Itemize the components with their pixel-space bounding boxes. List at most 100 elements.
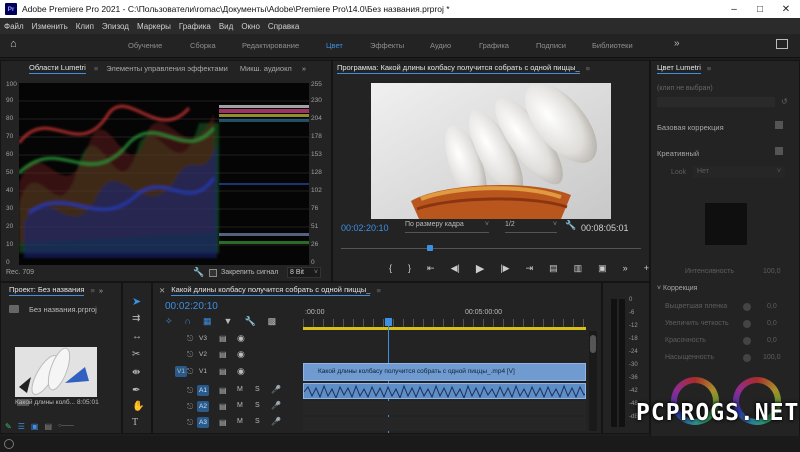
microphone-icon[interactable]: 🎤 bbox=[271, 401, 281, 410]
go-to-out-icon[interactable]: ⇥ bbox=[526, 263, 534, 274]
sync-lock-icon[interactable]: ▤ bbox=[219, 367, 227, 376]
tab-project[interactable]: Проект: Без названия bbox=[9, 285, 85, 296]
timeline-timecode[interactable]: 00:02:20:10 bbox=[165, 301, 218, 312]
reset-icon[interactable]: ↺ bbox=[781, 97, 788, 106]
more-tabs-icon[interactable]: » bbox=[302, 64, 306, 73]
eye-icon[interactable]: ◉ bbox=[237, 333, 245, 344]
clip-selector[interactable]: (клип не выбран) bbox=[657, 85, 713, 92]
source-patch-v1[interactable]: V1 bbox=[175, 366, 187, 377]
minimize-icon[interactable]: – bbox=[722, 0, 746, 18]
overwrite-icon[interactable]: ▥ bbox=[574, 263, 583, 274]
workspace-learning[interactable]: Обучение bbox=[128, 41, 162, 50]
step-back-icon[interactable]: ◀| bbox=[451, 263, 460, 274]
go-to-in-icon[interactable]: ⇤ bbox=[427, 263, 435, 274]
sync-lock-icon[interactable]: ▤ bbox=[219, 386, 227, 395]
workspace-assembly[interactable]: Сборка bbox=[190, 41, 216, 50]
lock-icon[interactable]: ⎋ bbox=[187, 367, 193, 377]
wrench-icon[interactable]: 🔧 bbox=[565, 220, 576, 231]
lock-icon[interactable]: ⎋ bbox=[187, 350, 193, 360]
list-view-icon[interactable]: ☰ bbox=[18, 422, 25, 431]
sync-lock-icon[interactable]: ▤ bbox=[219, 418, 227, 427]
track-target[interactable]: A1 bbox=[197, 385, 209, 396]
audio-lane-a3[interactable] bbox=[303, 417, 586, 431]
slip-tool-icon[interactable]: ⇼ bbox=[132, 367, 140, 378]
step-forward-icon[interactable]: |▶ bbox=[500, 263, 509, 274]
solo-button[interactable]: S bbox=[255, 386, 260, 393]
lock-icon[interactable]: ⎋ bbox=[187, 386, 193, 396]
slider-knob[interactable] bbox=[743, 320, 751, 328]
menu-view[interactable]: Вид bbox=[219, 22, 233, 31]
audio-clip-a1[interactable] bbox=[303, 383, 586, 399]
tab-lumetri-scopes[interactable]: Области Lumetri bbox=[29, 63, 86, 74]
track-select-icon[interactable]: ⇉ bbox=[132, 313, 140, 324]
mute-button[interactable]: M bbox=[237, 418, 243, 425]
workspace-effects[interactable]: Эффекты bbox=[370, 41, 404, 50]
time-ruler[interactable] bbox=[303, 319, 586, 327]
close-icon[interactable]: ✕ bbox=[159, 286, 165, 295]
slider-value[interactable]: 0,0 bbox=[767, 303, 777, 310]
sync-lock-icon[interactable]: ▤ bbox=[219, 402, 227, 411]
lock-icon[interactable]: ⎋ bbox=[187, 418, 193, 428]
play-icon[interactable]: ▶ bbox=[476, 262, 484, 275]
status-indicator-icon[interactable] bbox=[4, 439, 14, 449]
eye-icon[interactable]: ◉ bbox=[237, 349, 245, 360]
tab-audio-clip-mixer[interactable]: Микш. аудиокл bbox=[240, 64, 292, 73]
freeform-view-icon[interactable]: ▤ bbox=[44, 422, 52, 431]
track-target[interactable]: V3 bbox=[197, 333, 209, 344]
video-clip-v1[interactable]: Какой длины колбасу получится собрать с … bbox=[303, 363, 586, 381]
track-target[interactable]: V1 bbox=[197, 366, 209, 377]
linked-selection-icon[interactable]: ▦ bbox=[203, 316, 212, 327]
slider-value[interactable]: 100,0 bbox=[763, 354, 781, 361]
export-frame-icon[interactable]: ▣ bbox=[598, 263, 607, 274]
slider-value[interactable]: 0,0 bbox=[767, 320, 777, 327]
microphone-icon[interactable]: 🎤 bbox=[271, 385, 281, 394]
home-icon[interactable]: ⌂ bbox=[10, 38, 17, 50]
mark-out-icon[interactable]: } bbox=[408, 263, 411, 273]
panel-menu-icon[interactable]: ≡ bbox=[707, 64, 711, 73]
tab-effect-controls[interactable]: Элементы управления эффектами bbox=[106, 64, 228, 73]
razor-tool-icon[interactable]: ✂ bbox=[132, 349, 140, 360]
slider-value[interactable]: 0,0 bbox=[767, 337, 777, 344]
track-target[interactable]: A3 bbox=[197, 417, 209, 428]
panel-menu-icon[interactable]: ≡ bbox=[586, 64, 590, 73]
workspace-editing[interactable]: Редактирование bbox=[242, 41, 299, 50]
menu-markers[interactable]: Маркеры bbox=[137, 22, 171, 31]
creative-checkbox[interactable] bbox=[775, 147, 783, 155]
sync-lock-icon[interactable]: ▤ bbox=[219, 334, 227, 343]
microphone-icon[interactable]: 🎤 bbox=[271, 417, 281, 426]
slider-knob[interactable] bbox=[743, 337, 751, 345]
insert-icon[interactable]: ▤ bbox=[549, 263, 558, 274]
captions-icon[interactable]: ▩ bbox=[268, 316, 277, 327]
playhead-icon[interactable] bbox=[385, 318, 392, 326]
program-scrubber[interactable] bbox=[341, 245, 641, 251]
basic-correction-checkbox[interactable] bbox=[775, 121, 783, 129]
track-target[interactable]: A2 bbox=[197, 401, 209, 412]
scrollbar-thumb[interactable] bbox=[590, 335, 596, 353]
menu-edit[interactable]: Изменить bbox=[32, 22, 68, 31]
audio-lane-a2[interactable] bbox=[303, 401, 586, 415]
export-icon[interactable] bbox=[776, 39, 788, 49]
mark-in-icon[interactable]: { bbox=[389, 263, 392, 273]
section-basic-correction[interactable]: Базовая коррекция bbox=[657, 123, 724, 132]
clip-dropdown[interactable] bbox=[657, 97, 775, 107]
selection-tool-icon[interactable]: ➤ bbox=[132, 295, 141, 308]
tab-program[interactable]: Программа: Какой длины колбасу получится… bbox=[337, 63, 580, 74]
workspace-captions[interactable]: Подписи bbox=[536, 41, 566, 50]
add-button-icon[interactable]: + bbox=[644, 263, 649, 273]
panel-menu-icon[interactable]: ≡ bbox=[376, 286, 380, 295]
lock-icon[interactable]: ⎋ bbox=[187, 402, 193, 412]
more-workspaces-icon[interactable]: » bbox=[674, 38, 680, 49]
workspace-audio[interactable]: Аудио bbox=[430, 41, 451, 50]
sync-lock-icon[interactable]: ▤ bbox=[219, 350, 227, 359]
track-target[interactable]: V2 bbox=[197, 349, 209, 360]
bit-depth-select[interactable]: 8 Bit ˅ bbox=[287, 267, 321, 278]
timeline-scrollbar[interactable] bbox=[589, 331, 597, 431]
button-editor-icon[interactable]: » bbox=[623, 263, 628, 273]
look-select[interactable]: Нет ˅ bbox=[693, 166, 785, 178]
tab-sequence[interactable]: Какой длины колбасу получится собрать с … bbox=[171, 285, 371, 296]
clip-thumbnail[interactable] bbox=[15, 347, 97, 397]
playhead-icon[interactable] bbox=[427, 245, 433, 251]
close-icon[interactable]: ✕ bbox=[774, 0, 798, 18]
type-tool-icon[interactable]: T bbox=[132, 417, 138, 428]
pencil-icon[interactable]: ✎ bbox=[5, 422, 12, 431]
